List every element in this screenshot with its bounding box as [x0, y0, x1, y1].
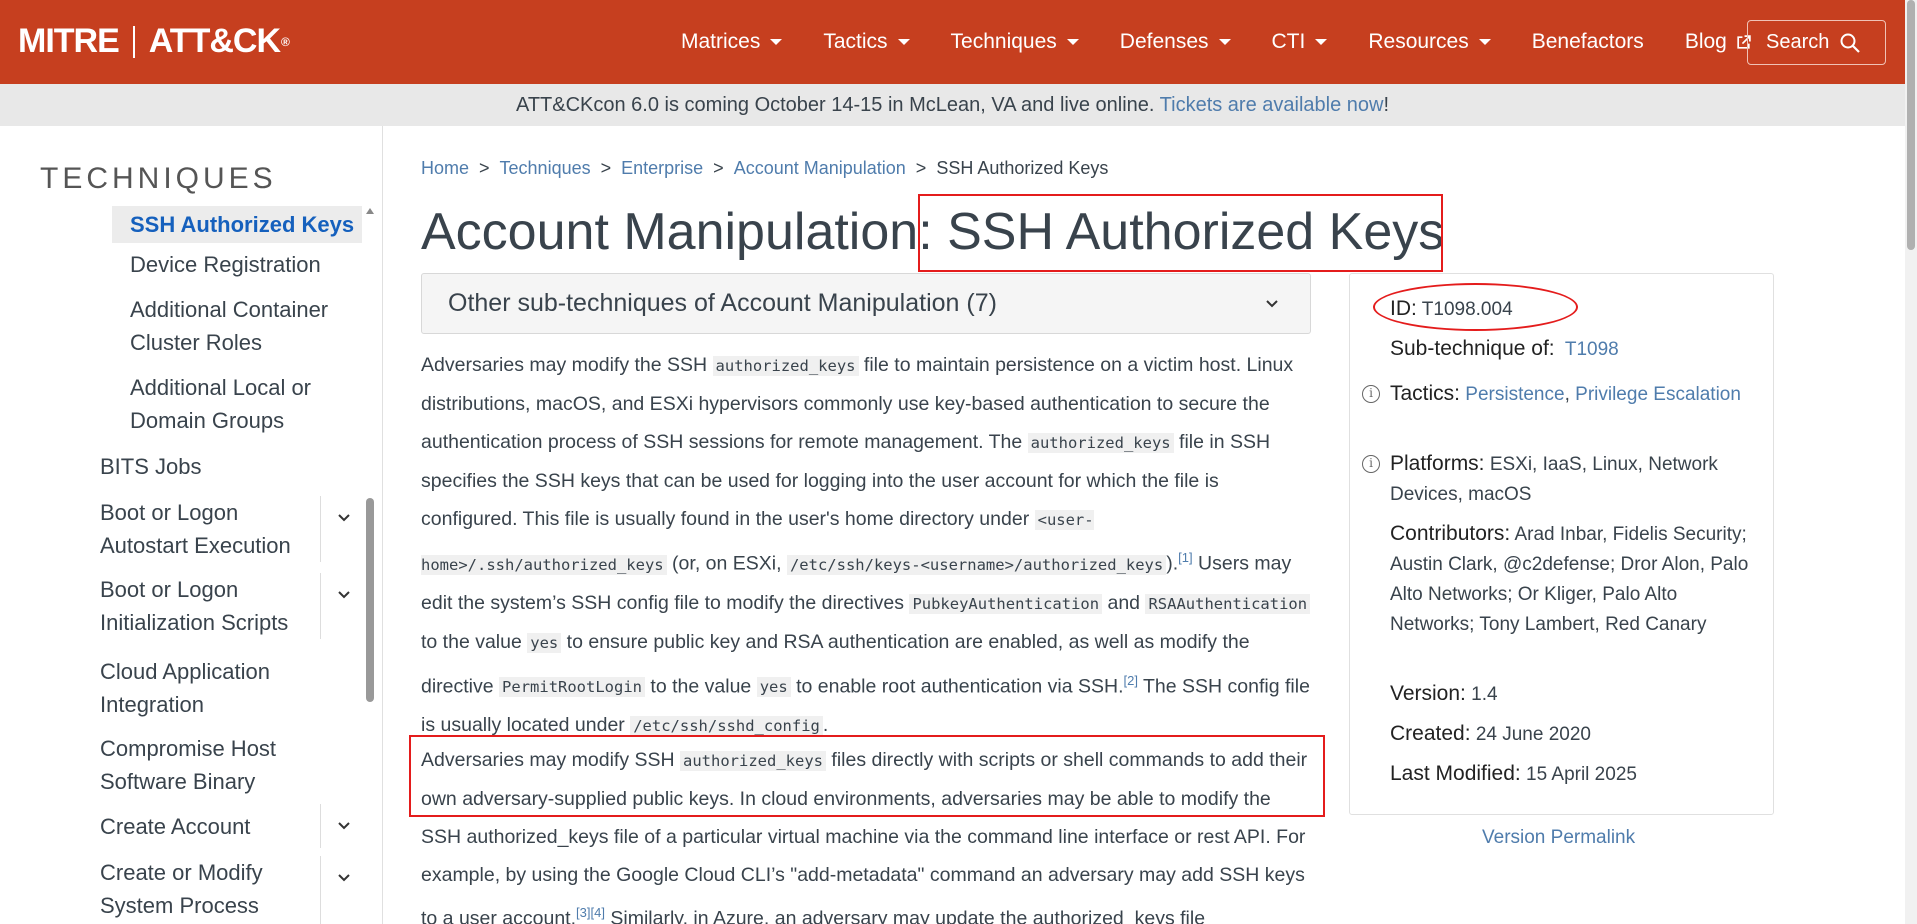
caret-down-icon [1315, 39, 1328, 45]
mitre-attack-logo[interactable]: MITRE ATT&CK ® [18, 22, 290, 61]
sidebar-item-bits-jobs[interactable]: BITS Jobs [100, 450, 201, 483]
nav-defenses[interactable]: Defenses [1120, 30, 1231, 54]
reference-link[interactable]: [3] [576, 905, 590, 920]
main-nav: Matrices Tactics Techniques Defenses CTI… [681, 0, 1793, 84]
breadcrumb-enterprise[interactable]: Enterprise [621, 158, 703, 178]
card-platforms: i Platforms: ESXi, IaaS, Linux, Network D… [1362, 449, 1760, 510]
chevron-down-icon[interactable] [336, 870, 352, 886]
chevron-down-icon[interactable] [336, 510, 352, 526]
sidebar-title: TECHNIQUES [40, 162, 277, 195]
page-scrollbar[interactable] [1905, 0, 1917, 924]
card-tactics: i Tactics: Persistence, Privilege Escalat… [1362, 379, 1760, 410]
nav-techniques[interactable]: Techniques [951, 30, 1079, 54]
card-created: Created: 24 June 2020 [1390, 722, 1591, 745]
nav-resources[interactable]: Resources [1368, 30, 1491, 54]
sidebar-divider [320, 496, 321, 562]
caret-down-icon [1478, 39, 1491, 45]
info-icon[interactable]: i [1362, 385, 1380, 403]
chevron-down-icon[interactable] [336, 587, 352, 603]
nav-matrices[interactable]: Matrices [681, 30, 783, 54]
sidebar-item-device-registration[interactable]: Device Registration [130, 248, 321, 281]
parent-technique-link[interactable]: T1098 [1565, 339, 1619, 360]
top-navbar: MITRE ATT&CK ® Matrices Tactics Technique… [0, 0, 1905, 84]
version-permalink[interactable]: Version Permalink [1482, 827, 1635, 849]
sidebar-divider [320, 573, 321, 639]
sidebar-item-additional-container-cluster-roles[interactable]: Additional Container Cluster Roles [130, 293, 328, 359]
chevron-down-icon [1266, 300, 1278, 308]
info-icon[interactable]: i [1362, 455, 1380, 473]
highlight-box-paragraph [409, 735, 1325, 817]
caret-down-icon [1218, 39, 1231, 45]
card-subtechnique-of: Sub-technique of: T1098 [1390, 337, 1619, 360]
tactic-link-privilege-escalation[interactable]: Privilege Escalation [1575, 384, 1741, 405]
reference-link[interactable]: [1] [1178, 550, 1192, 565]
highlight-box-title [918, 194, 1443, 272]
page-scroll-thumb[interactable] [1907, 0, 1915, 250]
page-title-prefix: Account Manipulation: [421, 203, 933, 261]
sidebar-item-additional-local-domain-groups[interactable]: Additional Local or Domain Groups [130, 371, 311, 437]
highlight-ellipse-id [1373, 283, 1578, 331]
announcement-banner: ATT&CKcon 6.0 is coming October 14-15 in… [0, 84, 1905, 126]
brand-attack: ATT&CK [148, 22, 281, 60]
brand-divider [132, 25, 135, 58]
scroll-up-arrow-icon[interactable] [366, 208, 374, 214]
sidebar-divider [320, 856, 321, 924]
description-paragraph-1: Adversaries may modify the SSH authorize… [421, 354, 1311, 736]
banner-tickets-link[interactable]: Tickets are available now [1160, 94, 1384, 116]
registered-mark: ® [281, 34, 290, 49]
search-icon [1840, 33, 1861, 53]
card-version: Version: 1.4 [1390, 682, 1498, 705]
sidebar-item-boot-logon-initialization[interactable]: Boot or Logon Initialization Scripts [100, 573, 288, 639]
breadcrumb: Home > Techniques > Enterprise > Account Manip… [421, 158, 1109, 178]
reference-link[interactable]: [4] [590, 905, 604, 920]
nav-blog[interactable]: Blog [1685, 30, 1752, 54]
nav-benefactors[interactable]: Benefactors [1532, 30, 1644, 54]
nav-tactics[interactable]: Tactics [823, 30, 910, 54]
chevron-down-icon[interactable] [336, 818, 352, 834]
search-button[interactable]: Search [1747, 20, 1886, 65]
sidebar-scrollbar[interactable] [366, 206, 374, 924]
sidebar-item-cloud-application-integration[interactable]: Cloud Application Integration [100, 655, 270, 721]
techniques-sidebar: TECHNIQUES SSH Authorized Keys Device Re… [0, 126, 383, 924]
accordion-label: Other sub-techniques of Account Manipula… [448, 289, 997, 317]
nav-cti[interactable]: CTI [1272, 30, 1328, 54]
caret-down-icon [897, 39, 910, 45]
card-contributors: Contributors: Arad Inbar, Fidelis Securi… [1390, 522, 1749, 635]
caret-down-icon [1066, 39, 1079, 45]
sidebar-item-boot-logon-autostart[interactable]: Boot or Logon Autostart Execution [100, 496, 291, 562]
sidebar-item-create-account[interactable]: Create Account [100, 810, 250, 843]
breadcrumb-current: SSH Authorized Keys [936, 158, 1109, 178]
reference-link[interactable]: [2] [1123, 673, 1137, 688]
banner-text: ATT&CKcon 6.0 is coming October 14-15 in… [515, 94, 1155, 116]
breadcrumb-techniques[interactable]: Techniques [500, 158, 591, 178]
tactic-link-persistence[interactable]: Persistence [1465, 384, 1564, 405]
breadcrumb-account-manipulation[interactable]: Account Manipulation [734, 158, 906, 178]
sidebar-scroll-thumb[interactable] [366, 498, 374, 702]
subtechniques-accordion[interactable]: Other sub-techniques of Account Manipula… [421, 273, 1311, 334]
breadcrumb-home[interactable]: Home [421, 158, 469, 178]
sidebar-item-compromise-host-software-binary[interactable]: Compromise Host Software Binary [100, 732, 276, 798]
sidebar-item-ssh-authorized-keys[interactable]: SSH Authorized Keys [112, 206, 362, 243]
technique-info-card: ID: T1098.004 Sub-technique of: T1098 iT… [1349, 273, 1774, 815]
sidebar-list: SSH Authorized Keys Device Registration … [0, 204, 365, 924]
card-last-modified: Last Modified: 15 April 2025 [1390, 762, 1637, 785]
caret-down-icon [770, 39, 783, 45]
sidebar-divider [320, 804, 321, 848]
sidebar-item-create-modify-system-process[interactable]: Create or Modify System Process [100, 856, 263, 922]
brand-mitre: MITRE [18, 22, 120, 60]
